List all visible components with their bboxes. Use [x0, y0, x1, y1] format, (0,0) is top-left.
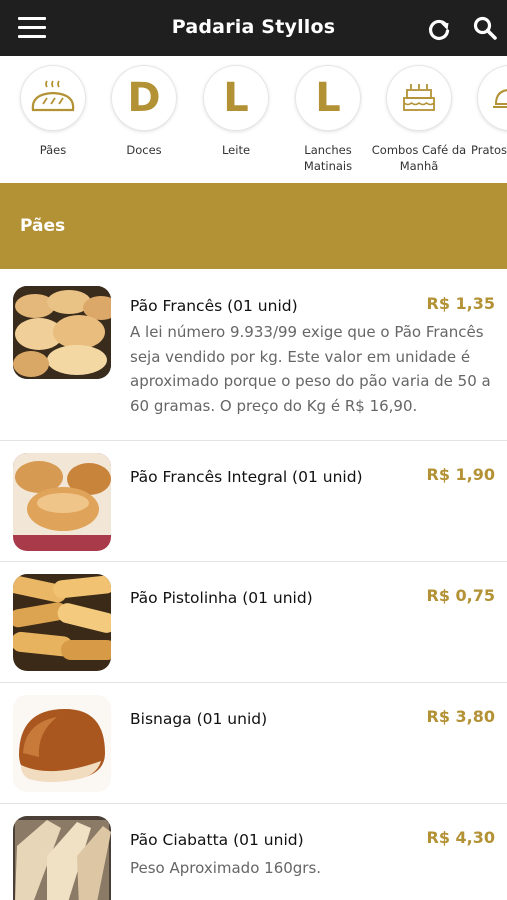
product-image	[13, 695, 111, 792]
refresh-icon[interactable]	[426, 16, 452, 42]
category-doces[interactable]: D Doces	[98, 66, 190, 158]
category-pratos[interactable]: Pratos	[466, 66, 507, 158]
category-label: Leite	[221, 143, 251, 157]
product-name: Pão Francês Integral (01 unid)	[130, 468, 363, 486]
category-combos[interactable]: Combos Café da Manhã	[370, 66, 468, 174]
category-label: Doces	[126, 143, 162, 157]
product-description: Peso Aproximado 160grs.	[130, 859, 322, 877]
product-price: R$ 1,35	[426, 294, 496, 313]
bread-icon	[31, 80, 75, 112]
product-item[interactable]: Pão Ciabatta (01 unid) R$ 4,30 Peso Apro…	[0, 804, 507, 900]
product-price: R$ 1,90	[426, 465, 496, 484]
section-title: Pães	[20, 216, 66, 236]
product-name: Bisnaga (01 unid)	[130, 710, 268, 728]
category-lanches-matinais[interactable]: L Lanches Matinais	[282, 66, 374, 174]
category-paes[interactable]: Pães	[7, 66, 99, 158]
section-header: Pães	[0, 183, 507, 269]
app-header: Padaria Styllos	[0, 0, 507, 56]
letter-d-icon: D	[112, 66, 176, 130]
product-image	[13, 574, 111, 671]
product-item[interactable]: Bisnaga (01 unid) R$ 3,80	[0, 683, 507, 804]
product-description: A lei número 9.933/99 exige que o Pão Fr…	[130, 323, 491, 415]
product-price: R$ 4,30	[426, 828, 496, 847]
category-label: Pratos	[471, 143, 507, 157]
product-image	[13, 453, 111, 551]
letter-l-icon: L	[204, 66, 268, 130]
product-image	[13, 816, 111, 900]
cloche-icon	[493, 89, 507, 108]
product-item[interactable]: Pão Pistolinha (01 unid) R$ 0,75	[0, 562, 507, 683]
category-label: Combos Café da Manhã	[371, 143, 467, 173]
product-name: Pão Ciabatta (01 unid)	[130, 831, 304, 849]
product-price: R$ 3,80	[426, 707, 496, 726]
category-label: Pães	[39, 143, 67, 157]
product-image	[13, 286, 111, 379]
category-leite[interactable]: L Leite	[190, 66, 282, 158]
product-name: Pão Francês (01 unid)	[130, 297, 298, 315]
product-name: Pão Pistolinha (01 unid)	[130, 589, 313, 607]
cake-icon	[403, 84, 435, 111]
category-label: Lanches Matinais	[303, 143, 353, 173]
letter-l-icon: L	[296, 66, 360, 130]
search-icon[interactable]	[472, 15, 498, 41]
product-item[interactable]: Pão Francês (01 unid) R$ 1,35 A lei núme…	[0, 269, 507, 441]
category-strip: Pães D Doces L Leite L Lanches Matinais …	[0, 56, 507, 182]
product-item[interactable]: Pão Francês Integral (01 unid) R$ 1,90	[0, 441, 507, 562]
product-price: R$ 0,75	[426, 586, 496, 605]
